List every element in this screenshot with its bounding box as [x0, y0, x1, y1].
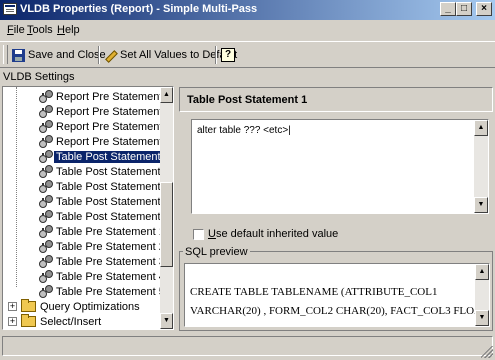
editor-scroll-down[interactable]: ▼ — [474, 197, 488, 213]
tree-item-label: Table Pre Statement 1 — [56, 225, 165, 238]
app-icon — [3, 3, 17, 15]
tree-item-label: Table Post Statement 2 — [56, 165, 170, 178]
status-bar — [0, 332, 495, 360]
folder-icon — [21, 299, 36, 312]
scroll-thumb[interactable] — [160, 182, 173, 267]
save-and-close-button[interactable]: Save and Close — [12, 46, 106, 64]
detail-header: Table Post Statement 1 — [179, 87, 493, 112]
gear-icon — [39, 240, 53, 253]
status-pane — [2, 336, 493, 356]
tree-item-label: Report Pre Statement 2 — [56, 90, 172, 103]
gear-icon — [39, 150, 53, 163]
sql-line: CREATE TABLE TABLENAME (ATTRIBUTE_COL1 — [190, 286, 438, 298]
toolbar-grip — [3, 45, 8, 64]
statement-editor-value: alter table ??? <etc>| — [197, 125, 291, 136]
sql-preview-label: SQL preview — [183, 246, 250, 258]
tree-item-label: Report Pre Statement 3 — [56, 105, 172, 118]
expand-icon[interactable]: + — [8, 302, 17, 311]
help-button[interactable]: ? — [221, 46, 235, 64]
gear-icon — [39, 255, 53, 268]
sql-preview-box[interactable]: CREATE TABLE TABLENAME (ATTRIBUTE_COL1 V… — [184, 263, 490, 327]
gear-icon — [39, 90, 53, 103]
tree-item-label: Table Post Statement 1 — [54, 150, 172, 163]
tree-setting-item[interactable]: Report Pre Statement 5 — [39, 134, 172, 149]
sql-scroll-down[interactable]: ▼ — [475, 310, 489, 326]
folder-icon — [21, 314, 36, 327]
tree-setting-item[interactable]: Table Pre Statement 4 — [39, 269, 165, 284]
tree-item-label: Report Pre Statement 4 — [56, 120, 172, 133]
tree-item-label: Query Optimizations — [40, 300, 140, 313]
gear-icon — [39, 180, 53, 193]
menu-bar: File Tools Help — [0, 21, 495, 40]
statement-editor[interactable]: alter table ??? <etc>| ▲ ▼ — [191, 119, 489, 214]
menu-help[interactable]: Help — [57, 24, 80, 36]
tree-setting-item[interactable]: Table Post Statement 5 — [39, 209, 170, 224]
maximize-button[interactable]: □ — [456, 2, 472, 16]
tree-item-label: Table Post Statement 3 — [56, 180, 170, 193]
gear-icon — [39, 210, 53, 223]
gear-icon — [39, 165, 53, 178]
tree-item-label: Table Pre Statement 5 — [56, 285, 165, 298]
scroll-up-button[interactable]: ▲ — [160, 87, 173, 103]
minimize-button[interactable]: _ — [440, 2, 456, 16]
close-button[interactable]: × — [476, 2, 492, 16]
menu-tools[interactable]: Tools — [27, 24, 53, 36]
tree-folder-item[interactable]: + Query Optimizations — [8, 299, 140, 314]
save-and-close-label: Save and Close — [28, 49, 106, 61]
tree-item-label: Report Pre Statement 5 — [56, 135, 172, 148]
tree-setting-item[interactable]: Table Post Statement 3 — [39, 179, 170, 194]
tree-setting-item[interactable]: Table Pre Statement 5 — [39, 284, 165, 299]
tree-setting-item[interactable]: Table Pre Statement 2 — [39, 239, 165, 254]
toolbar: Save and Close Set All Values to Default… — [0, 41, 495, 68]
toolbar-separator — [215, 46, 217, 64]
tree-setting-item[interactable]: Report Pre Statement 3 — [39, 104, 172, 119]
save-icon — [12, 48, 25, 62]
vldb-settings-label: VLDB Settings — [3, 71, 75, 83]
tree-item-label: Table Pre Statement 2 — [56, 240, 165, 253]
tree-setting-item[interactable]: Report Pre Statement 2 — [39, 89, 172, 104]
gear-icon — [39, 285, 53, 298]
tree-connector — [16, 87, 17, 287]
tree-item-label: Table Pre Statement 3 — [56, 255, 165, 268]
tree-folder-item[interactable]: + Select/Insert — [8, 314, 101, 329]
tree-setting-item[interactable]: Table Post Statement 2 — [39, 164, 170, 179]
editor-scrollbar[interactable]: ▲ ▼ — [474, 120, 488, 213]
gear-icon — [39, 105, 53, 118]
gear-icon — [39, 270, 53, 283]
gear-icon — [39, 225, 53, 238]
detail-title: Table Post Statement 1 — [187, 94, 308, 106]
tree-setting-item[interactable]: Report Pre Statement 4 — [39, 119, 172, 134]
set-all-default-label: Set All Values to Default — [120, 49, 238, 61]
tree-scrollbar[interactable]: ▲ ▼ — [160, 87, 173, 329]
expand-icon[interactable]: + — [8, 317, 17, 326]
set-all-default-button[interactable]: Set All Values to Default — [104, 46, 237, 64]
pencil-icon — [104, 49, 116, 61]
tree-item-label: Table Post Statement 5 — [56, 210, 170, 223]
help-icon: ? — [221, 48, 235, 62]
window-title: VLDB Properties (Report) - Simple Multi-… — [20, 3, 258, 15]
tree-item-label: Select/Insert — [40, 315, 102, 328]
sql-scroll-up[interactable]: ▲ — [475, 264, 489, 280]
editor-scroll-up[interactable]: ▲ — [474, 120, 488, 136]
sql-scrollbar[interactable]: ▲ ▼ — [475, 264, 489, 326]
settings-tree: Report Pre Statement 2 Report Pre Stateme… — [2, 86, 174, 330]
scroll-down-button[interactable]: ▼ — [160, 313, 173, 329]
menu-file[interactable]: File — [7, 24, 25, 36]
gear-icon — [39, 135, 53, 148]
resize-grip-icon[interactable] — [481, 346, 493, 358]
tree-setting-item[interactable]: Table Pre Statement 1 — [39, 224, 165, 239]
sql-line: VARCHAR(20) , FORM_COL2 CHAR(20), FACT_C… — [190, 305, 490, 317]
use-default-label: Use default inherited value — [208, 228, 339, 240]
title-bar: VLDB Properties (Report) - Simple Multi-… — [0, 0, 495, 20]
gear-icon — [39, 195, 53, 208]
use-default-checkbox[interactable] — [193, 229, 204, 240]
tree-item-label: Table Post Statement 4 — [56, 195, 170, 208]
tree-setting-item[interactable]: Table Pre Statement 3 — [39, 254, 165, 269]
tree-setting-item[interactable]: Table Post Statement 4 — [39, 194, 170, 209]
toolbar-separator — [98, 46, 100, 64]
tree-setting-item[interactable]: Table Post Statement 1 — [39, 149, 172, 164]
tree-item-label: Table Pre Statement 4 — [56, 270, 165, 283]
gear-icon — [39, 120, 53, 133]
